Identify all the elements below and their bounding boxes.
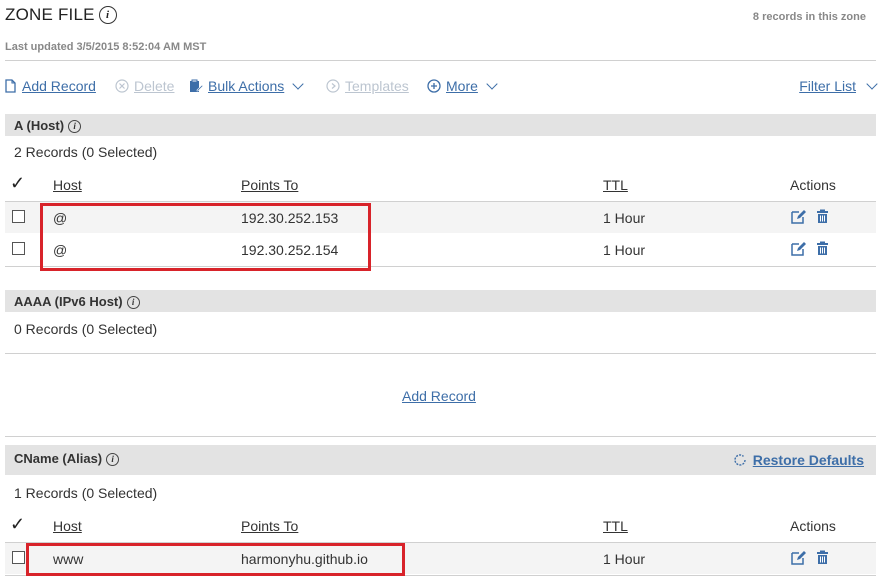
highlight-box — [40, 203, 371, 271]
select-all-check-icon[interactable]: ✓ — [10, 173, 25, 194]
cell-ttl: 1 Hour — [603, 242, 646, 258]
last-updated: Last updated 3/5/2015 8:52:04 AM MST — [5, 41, 207, 53]
records-summary: 2 Records (0 Selected) — [14, 144, 158, 160]
row-checkbox[interactable] — [12, 551, 25, 564]
bulk-actions-dropdown[interactable]: Bulk Actions — [189, 77, 304, 94]
section-header-cname: CName (Alias) i Restore Defaults — [5, 445, 876, 475]
column-actions: Actions — [790, 177, 836, 193]
filter-list-dropdown[interactable]: Filter List — [799, 77, 878, 94]
table-header: ✓ Host Points To TTL Actions — [5, 511, 876, 541]
add-record-button[interactable]: Add Record — [5, 78, 96, 94]
divider — [5, 60, 876, 61]
toolbar: Add Record Delete Bulk Actions Templates… — [5, 77, 878, 98]
refresh-icon — [734, 454, 746, 466]
divider — [5, 436, 876, 437]
trash-icon[interactable] — [815, 241, 830, 256]
trash-icon[interactable] — [815, 550, 830, 565]
chevron-down-icon — [866, 77, 878, 90]
column-points-to[interactable]: Points To — [241, 518, 298, 534]
column-host[interactable]: Host — [53, 177, 82, 193]
clipboard-edit-icon — [190, 79, 203, 92]
column-points-to[interactable]: Points To — [241, 177, 298, 193]
play-circle-icon — [326, 79, 340, 93]
cell-ttl: 1 Hour — [603, 210, 646, 226]
column-host[interactable]: Host — [53, 518, 82, 534]
edit-icon[interactable] — [791, 550, 806, 565]
delete-button[interactable]: Delete — [115, 78, 174, 94]
plus-circle-icon — [427, 79, 441, 93]
page-title: ZONE FILE i — [5, 5, 117, 25]
row-checkbox[interactable] — [12, 210, 25, 223]
restore-defaults-button[interactable]: Restore Defaults — [733, 452, 864, 468]
info-icon[interactable]: i — [126, 296, 140, 309]
trash-icon[interactable] — [815, 209, 830, 224]
column-actions: Actions — [790, 518, 836, 534]
records-summary: 1 Records (0 Selected) — [14, 485, 158, 501]
templates-button[interactable]: Templates — [326, 78, 409, 94]
cell-ttl: 1 Hour — [603, 551, 646, 567]
divider — [5, 353, 876, 354]
edit-icon[interactable] — [791, 209, 806, 224]
info-icon[interactable]: i — [68, 120, 82, 133]
row-checkbox[interactable] — [12, 242, 25, 255]
add-record-link[interactable]: Add Record — [402, 388, 476, 404]
column-ttl[interactable]: TTL — [603, 177, 628, 193]
select-all-check-icon[interactable]: ✓ — [10, 514, 25, 535]
section-header-aaaa: AAAA (IPv6 Host) i — [5, 290, 876, 312]
records-summary: 0 Records (0 Selected) — [14, 321, 158, 337]
info-icon[interactable]: i — [106, 453, 120, 466]
edit-icon[interactable] — [791, 241, 806, 256]
more-dropdown[interactable]: More — [427, 77, 498, 94]
record-count: 8 records in this zone — [752, 11, 866, 23]
column-ttl[interactable]: TTL — [603, 518, 628, 534]
chevron-down-icon — [486, 77, 498, 90]
chevron-down-icon — [292, 77, 304, 90]
table-header: ✓ Host Points To TTL Actions — [5, 170, 876, 200]
delete-circle-icon — [115, 79, 129, 93]
new-document-icon — [5, 79, 16, 93]
info-icon[interactable]: i — [98, 6, 117, 24]
section-header-a-host: A (Host) i — [5, 114, 876, 136]
highlight-box — [26, 543, 405, 576]
